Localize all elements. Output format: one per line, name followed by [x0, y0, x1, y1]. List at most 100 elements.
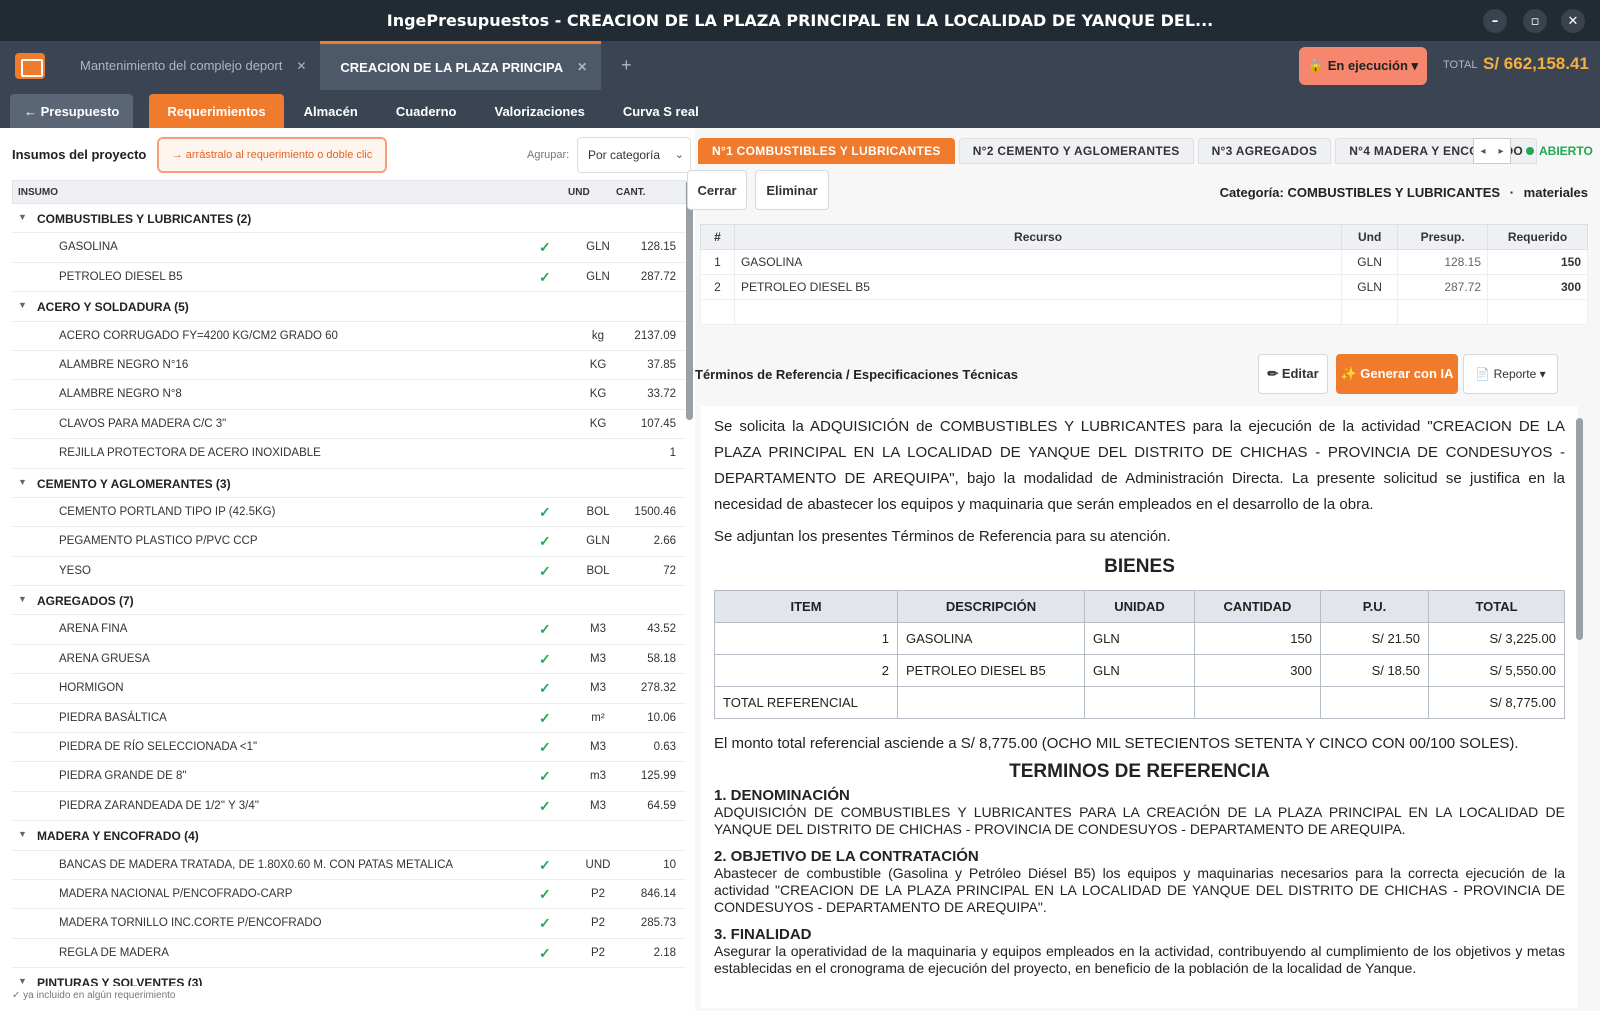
list-item[interactable]: YESO ✓ BOL 72 [12, 557, 686, 587]
insumo-cant: 2137.09 [634, 329, 676, 342]
col-unidad: UNIDAD [1084, 590, 1195, 623]
category-row[interactable]: ▼ MADERA Y ENCOFRADO (4) [12, 821, 686, 851]
close-tab-icon[interactable]: ✕ [577, 60, 587, 74]
list-item[interactable]: BANCAS DE MADERA TRATADA, DE 1.80X0.60 M… [12, 851, 686, 880]
insumo-cant: 285.73 [640, 917, 676, 930]
table-row[interactable]: 1 GASOLINA GLN 128.15 150 [700, 249, 1588, 275]
report-button[interactable]: 📄 Reporte ▾ [1463, 354, 1558, 394]
check-icon: ✓ [539, 856, 551, 873]
row-requerido[interactable]: 300 [1487, 274, 1588, 300]
list-item[interactable]: PIEDRA GRANDE DE 8" ✓ m3 125.99 [12, 762, 686, 792]
list-item[interactable]: HORMIGON ✓ M3 278.32 [12, 674, 686, 704]
list-item[interactable]: REGLA DE MADERA ✓ P2 2.18 [12, 939, 686, 969]
list-item[interactable]: PEGAMENTO PLASTICO P/PVC CCP ✓ GLN 2.66 [12, 527, 686, 557]
insumo-und: M3 [590, 652, 606, 665]
tab-valorizaciones[interactable]: Valorizaciones [476, 94, 602, 128]
total-value: S/ 662,158.41 [1483, 54, 1589, 73]
delete-button[interactable]: Eliminar [755, 170, 829, 210]
caret-down-icon[interactable]: ▼ [18, 212, 27, 222]
insumo-cant: 1500.46 [634, 505, 676, 518]
maximize-icon[interactable]: ▫ [1523, 9, 1547, 33]
list-item[interactable]: REJILLA PROTECTORA DE ACERO INOXIDABLE 1 [12, 439, 686, 469]
close-tab-icon[interactable]: ✕ [296, 59, 306, 73]
caret-down-icon[interactable]: ▼ [18, 477, 27, 487]
insumo-und: M3 [590, 741, 606, 754]
tab-almacen[interactable]: Almacén [286, 94, 376, 128]
table-row[interactable]: 2 PETROLEO DIESEL B5 GLN 287.72 300 [700, 274, 1588, 300]
caret-down-icon[interactable]: ▼ [18, 594, 27, 604]
group-select[interactable]: Por categoría ⌄ [577, 137, 691, 173]
insumo-und: UND [585, 858, 611, 871]
caret-down-icon[interactable]: ▼ [18, 300, 27, 310]
insumo-name: GASOLINA [59, 241, 118, 254]
insumo-cant: 37.85 [647, 358, 676, 371]
insumo-cant: 125.99 [640, 770, 676, 783]
list-item[interactable]: GASOLINA ✓ GLN 128.15 [12, 233, 686, 263]
file-tab-creacion[interactable]: CREACION DE LA PLAZA PRINCIPA ✕ [320, 41, 602, 90]
insumo-cant: 287.72 [640, 270, 676, 283]
close-button[interactable]: Cerrar [687, 170, 747, 210]
category-row[interactable]: ▼ COMBUSTIBLES Y LUBRICANTES (2) [12, 204, 686, 234]
cell-cant: 300 [1194, 654, 1321, 687]
cell-desc: GASOLINA [897, 622, 1085, 655]
edit-button[interactable]: ✏ Editar [1258, 354, 1328, 394]
insumos-scrollbar[interactable] [686, 180, 693, 420]
list-item[interactable]: CLAVOS PARA MADERA C/C 3" KG 107.45 [12, 410, 686, 440]
insumo-und: BOL [586, 505, 610, 518]
caret-down-icon[interactable]: ▼ [18, 976, 27, 986]
minimize-icon[interactable]: – [1483, 9, 1507, 33]
close-window-icon[interactable]: ✕ [1561, 9, 1585, 33]
new-tab-icon[interactable]: + [621, 55, 632, 76]
list-item[interactable]: PIEDRA BASÁLTICA ✓ m² 10.06 [12, 704, 686, 734]
col-presup: Presup. [1397, 224, 1489, 250]
file-tab-label: CREACION DE LA PLAZA PRINCIPA [340, 59, 564, 75]
tab-requerimientos[interactable]: Requerimientos [149, 94, 284, 128]
document-scrollbar[interactable] [1576, 418, 1583, 640]
chevron-right-icon[interactable]: ▸ [1498, 146, 1503, 157]
list-item[interactable]: ALAMBRE NEGRO N°8 KG 33.72 [12, 380, 686, 410]
tab-cuaderno[interactable]: Cuaderno [378, 94, 475, 128]
tdr-intro: Se solicita la ADQUISICIÓN de COMBUSTIBL… [714, 418, 1565, 513]
check-icon: ✓ [539, 797, 551, 814]
list-item[interactable]: ARENA GRUESA ✓ M3 58.18 [12, 645, 686, 675]
status-dropdown-button[interactable]: 🔒 En ejecución ▾ [1299, 47, 1427, 85]
back-to-presupuesto-button[interactable]: ← Presupuesto [10, 94, 134, 128]
col-total: TOTAL [1428, 590, 1565, 623]
category-row[interactable]: ▼ CEMENTO Y AGLOMERANTES (3) [12, 469, 686, 498]
list-item[interactable]: PIEDRA ZARANDEADA DE 1/2'' Y 3/4'' ✓ M3 64.… [12, 792, 686, 822]
category-row[interactable]: ▼ ACERO Y SOLDADURA (5) [12, 292, 686, 322]
row-number: 2 [700, 274, 735, 300]
file-tab-mantenimiento[interactable]: Mantenimiento del complejo deport ✕ [60, 41, 320, 90]
req-tab-2[interactable]: N°2 CEMENTO Y AGLOMERANTES [958, 138, 1194, 164]
list-item[interactable]: PETROLEO DIESEL B5 ✓ GLN 287.72 [12, 263, 686, 293]
insumo-und: M3 [590, 799, 606, 812]
window-title: IngePresupuestos - CREACION DE LA PLAZA … [386, 11, 1214, 30]
tab-scroll-arrows[interactable]: ◂ ▸ [1473, 138, 1511, 164]
category-row[interactable]: ▼ AGREGADOS (7) [12, 586, 686, 616]
check-icon: ✓ [539, 885, 551, 902]
category-name: AGREGADOS (7) [37, 594, 134, 609]
category-name: COMBUSTIBLES Y LUBRICANTES (2) [37, 212, 252, 226]
category-row[interactable]: ▼ PINTURAS Y SOLVENTES (3) [12, 968, 686, 986]
check-icon: ✓ [539, 650, 551, 667]
list-item[interactable]: PIEDRA DE RÍO SELECCIONADA <1" ✓ M3 0.63 [12, 733, 686, 763]
cell-desc: PETROLEO DIESEL B5 [897, 654, 1085, 687]
insumo-name: HORMIGON [59, 682, 124, 695]
tdr-document: Se solicita la ADQUISICIÓN de COMBUSTIBL… [701, 406, 1578, 1008]
list-item[interactable]: ALAMBRE NEGRO N°16 KG 37.85 [12, 351, 686, 381]
req-tab-1[interactable]: N°1 COMBUSTIBLES Y LUBRICANTES [698, 138, 955, 164]
list-item[interactable]: MADERA TORNILLO INC.CORTE P/ENCOFRADO ✓ P2… [12, 909, 686, 939]
req-tab-3[interactable]: N°3 AGREGADOS [1197, 138, 1332, 164]
insumo-name: CLAVOS PARA MADERA C/C 3" [59, 417, 227, 430]
list-item[interactable]: CEMENTO PORTLAND TIPO IP (42.5KG) ✓ BOL 150… [12, 498, 686, 528]
generate-ai-button[interactable]: ✨ Generar con IA [1336, 354, 1458, 394]
caret-down-icon[interactable]: ▼ [18, 829, 27, 839]
tab-curva-s[interactable]: Curva S real [605, 94, 717, 128]
requerimiento-panel: N°1 COMBUSTIBLES Y LUBRICANTES N°2 CEMEN… [687, 128, 1600, 1011]
list-item[interactable]: MADERA NACIONAL P/ENCOFRADO-CARP ✓ P2 846.1… [12, 880, 686, 910]
chevron-left-icon[interactable]: ◂ [1480, 146, 1485, 157]
list-item[interactable]: ACERO CORRUGADO FY=4200 KG/CM2 GRADO 60 k… [12, 322, 686, 351]
insumos-footer-note: ✓ ya incluido en algún requerimiento [12, 990, 176, 1001]
list-item[interactable]: ARENA FINA ✓ M3 43.52 [12, 615, 686, 645]
row-requerido[interactable]: 150 [1487, 249, 1588, 275]
